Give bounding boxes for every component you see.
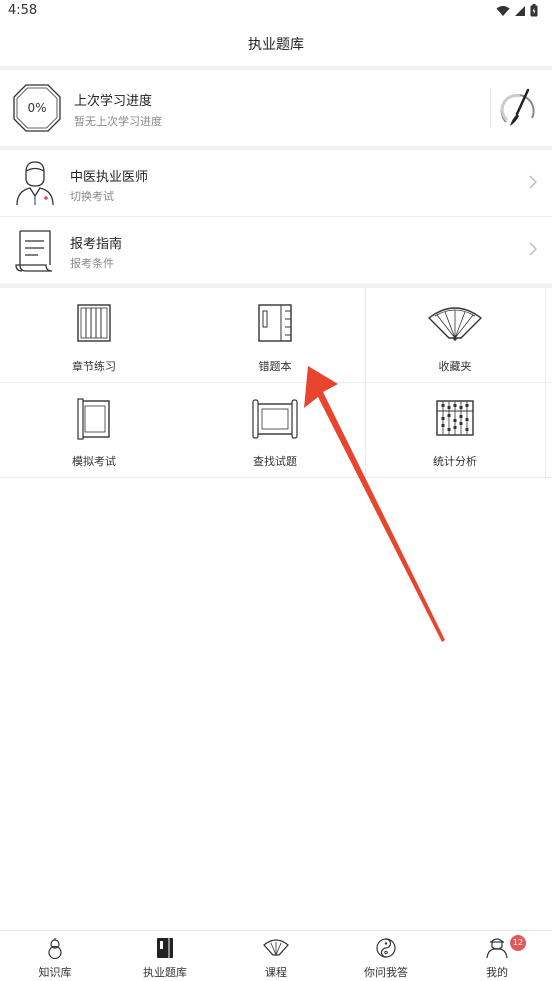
tab-label: 你问我答	[364, 966, 408, 979]
tab-qa[interactable]: 你问我答	[331, 931, 441, 981]
tab-knowledge-base[interactable]: 知识库	[0, 931, 110, 981]
progress-subtitle: 暂无上次学习进度	[74, 115, 162, 128]
divider	[490, 88, 491, 128]
signal-icon	[515, 5, 525, 16]
fan-icon	[263, 939, 289, 956]
tab-courses[interactable]: 课程	[221, 931, 331, 981]
annotation-arrow-icon	[304, 366, 445, 642]
book-filled-icon	[157, 938, 173, 958]
progress-percent: 0%	[27, 101, 47, 115]
chevron-right-icon	[529, 175, 537, 189]
folding-fan-icon	[427, 307, 483, 341]
grid-item-label: 模拟考试	[72, 455, 116, 468]
list-item-title: 中医执业医师	[70, 170, 149, 185]
progress-card[interactable]: 0% 上次学习进度 暂无上次学习进度	[0, 70, 552, 146]
tab-label: 我的	[486, 966, 508, 979]
scholar-avatar-icon	[486, 938, 508, 959]
tab-profile[interactable]: 12 我的	[442, 931, 552, 981]
list-item-exam-guide[interactable]: 报考指南 报考条件	[0, 217, 552, 283]
grid-item-chapter-practice[interactable]: 章节练习	[2, 288, 186, 383]
list-item-exam-type[interactable]: 中医执业医师 切换考试	[0, 150, 552, 216]
grid-item-mock-exam[interactable]: 模拟考试	[2, 383, 186, 478]
feature-grid: 章节练习 错题本 收藏夹 模拟考试 查找试题 统计分析	[0, 288, 552, 478]
tab-question-bank[interactable]: 执业题库	[110, 931, 220, 981]
status-bar: 4:58	[0, 0, 552, 24]
status-icons	[496, 4, 538, 17]
horizontal-scroll-icon	[252, 399, 298, 439]
bottom-tab-bar: 知识库 执业题库 课程 你问我答 12 我的	[0, 930, 552, 981]
wifi-icon	[496, 5, 510, 16]
tab-label: 课程	[265, 966, 287, 979]
list-item-title: 报考指南	[70, 237, 123, 252]
list-item-subtitle: 切换考试	[70, 190, 114, 203]
page-title: 执业题库	[248, 37, 304, 53]
chevron-right-icon	[529, 242, 537, 256]
tab-label: 执业题库	[143, 966, 187, 979]
list-item-subtitle: 报考条件	[70, 257, 114, 270]
bound-book-icon	[258, 304, 292, 342]
hanging-scroll-icon	[77, 398, 110, 440]
scroll-document-icon	[15, 230, 53, 272]
title-bar: 执业题库	[0, 24, 552, 66]
doctor-icon	[16, 161, 54, 206]
tab-label: 知识库	[38, 966, 72, 979]
battery-icon	[530, 4, 538, 17]
brush-gauge-icon[interactable]	[498, 86, 538, 130]
status-time: 4:58	[8, 3, 38, 18]
notification-badge: 12	[510, 935, 526, 951]
bamboo-slips-icon	[77, 304, 111, 342]
gourd-icon	[48, 938, 62, 959]
progress-badge: 0%	[12, 83, 62, 133]
progress-title: 上次学习进度	[74, 94, 153, 109]
grid-item-label: 章节练习	[72, 360, 116, 373]
yin-yang-icon	[376, 938, 396, 958]
